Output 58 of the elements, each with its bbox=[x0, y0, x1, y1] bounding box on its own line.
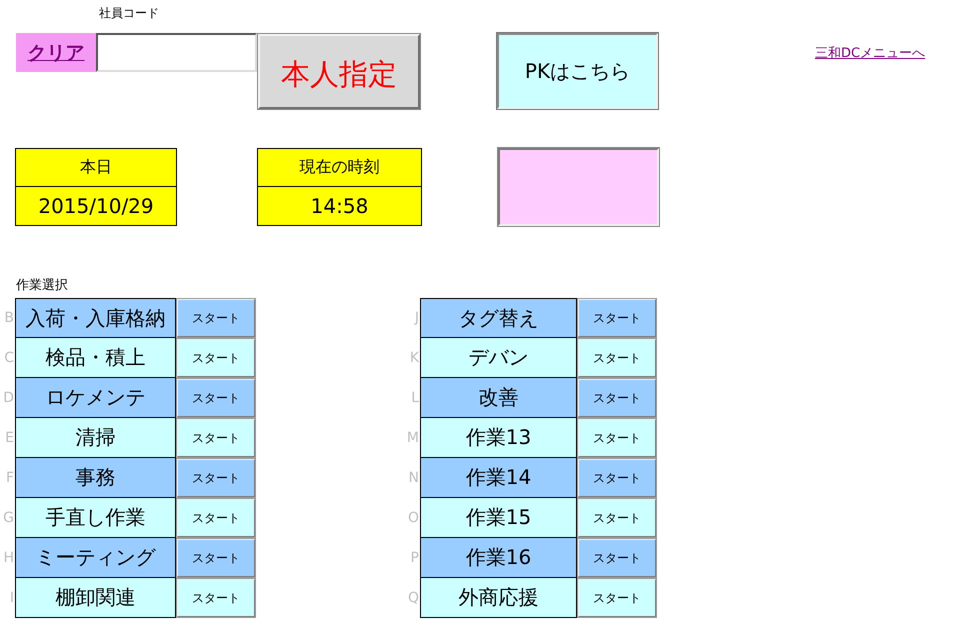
row-letter: L bbox=[411, 390, 420, 406]
task-name-cell: 改善 bbox=[420, 378, 577, 418]
input-field[interactable] bbox=[96, 33, 257, 72]
start-button[interactable]: スタート bbox=[577, 458, 657, 498]
row-letter: G bbox=[3, 510, 15, 526]
info-value: 2015/10/29 bbox=[37, 193, 155, 220]
row-letter: C bbox=[4, 350, 15, 366]
start-button[interactable]: スタート bbox=[176, 298, 256, 338]
task-name-cell: 作業14 bbox=[420, 458, 577, 498]
start-button[interactable]: スタート bbox=[176, 458, 256, 498]
row-letter: K bbox=[410, 350, 420, 366]
task-name-cell: 作業13 bbox=[420, 418, 577, 458]
task-name-cell: 事務 bbox=[15, 458, 176, 498]
task-name-cell: 清掃 bbox=[15, 418, 176, 458]
start-button[interactable]: スタート bbox=[176, 538, 256, 578]
task-name-cell: 手直し作業 bbox=[15, 498, 176, 538]
task-name-cell: 作業15 bbox=[420, 498, 577, 538]
task-name-cell: 入荷・入庫格納 bbox=[15, 298, 176, 338]
start-button[interactable]: スタート bbox=[176, 338, 256, 378]
row-letter: I bbox=[10, 590, 15, 606]
task-name-cell: ロケメンテ bbox=[15, 378, 176, 418]
start-button[interactable]: スタート bbox=[176, 578, 256, 618]
info-label: 現在の時刻 bbox=[258, 149, 421, 187]
start-button[interactable]: スタート bbox=[176, 418, 256, 458]
row-letter: H bbox=[3, 550, 15, 566]
row-letter: J bbox=[414, 310, 420, 326]
start-button[interactable]: スタート bbox=[176, 498, 256, 538]
row-letter: P bbox=[410, 550, 420, 566]
row-letter: N bbox=[408, 470, 420, 486]
task-name-cell: 作業16 bbox=[420, 538, 577, 578]
start-button[interactable]: スタート bbox=[176, 378, 256, 418]
start-button[interactable]: スタート bbox=[577, 418, 657, 458]
row-letter: M bbox=[406, 430, 420, 446]
row-letter: B bbox=[4, 310, 15, 326]
start-button[interactable]: スタート bbox=[577, 298, 657, 338]
task-name-cell: デバン bbox=[420, 338, 577, 378]
start-button[interactable]: スタート bbox=[577, 578, 657, 618]
start-button[interactable]: スタート bbox=[577, 498, 657, 538]
task-name-cell: 検品・積上 bbox=[15, 338, 176, 378]
row-letter: F bbox=[6, 470, 15, 486]
task-name-cell: ミーティング bbox=[15, 538, 176, 578]
clear-button[interactable]: クリア bbox=[16, 33, 96, 72]
row-letter: D bbox=[3, 390, 15, 406]
row-letter: O bbox=[408, 510, 420, 526]
task-name-cell: タグ替え bbox=[420, 298, 577, 338]
info-label: 本日 bbox=[16, 149, 176, 187]
row-letter: Q bbox=[408, 590, 420, 606]
row-letter: E bbox=[5, 430, 15, 446]
task-name-cell: 棚卸関連 bbox=[15, 578, 176, 618]
menu-link[interactable]: 三和DCメニューへ bbox=[815, 44, 926, 62]
section-label: 作業選択 bbox=[16, 276, 68, 294]
info-value: 14:58 bbox=[310, 193, 370, 220]
field-label: 社員コード bbox=[99, 6, 159, 21]
task-name-cell: 外商応援 bbox=[420, 578, 577, 618]
start-button[interactable]: スタート bbox=[577, 538, 657, 578]
pk-button[interactable]: PKはこちら bbox=[497, 33, 658, 109]
start-button[interactable]: スタート bbox=[577, 378, 657, 418]
start-button[interactable]: スタート bbox=[577, 338, 657, 378]
